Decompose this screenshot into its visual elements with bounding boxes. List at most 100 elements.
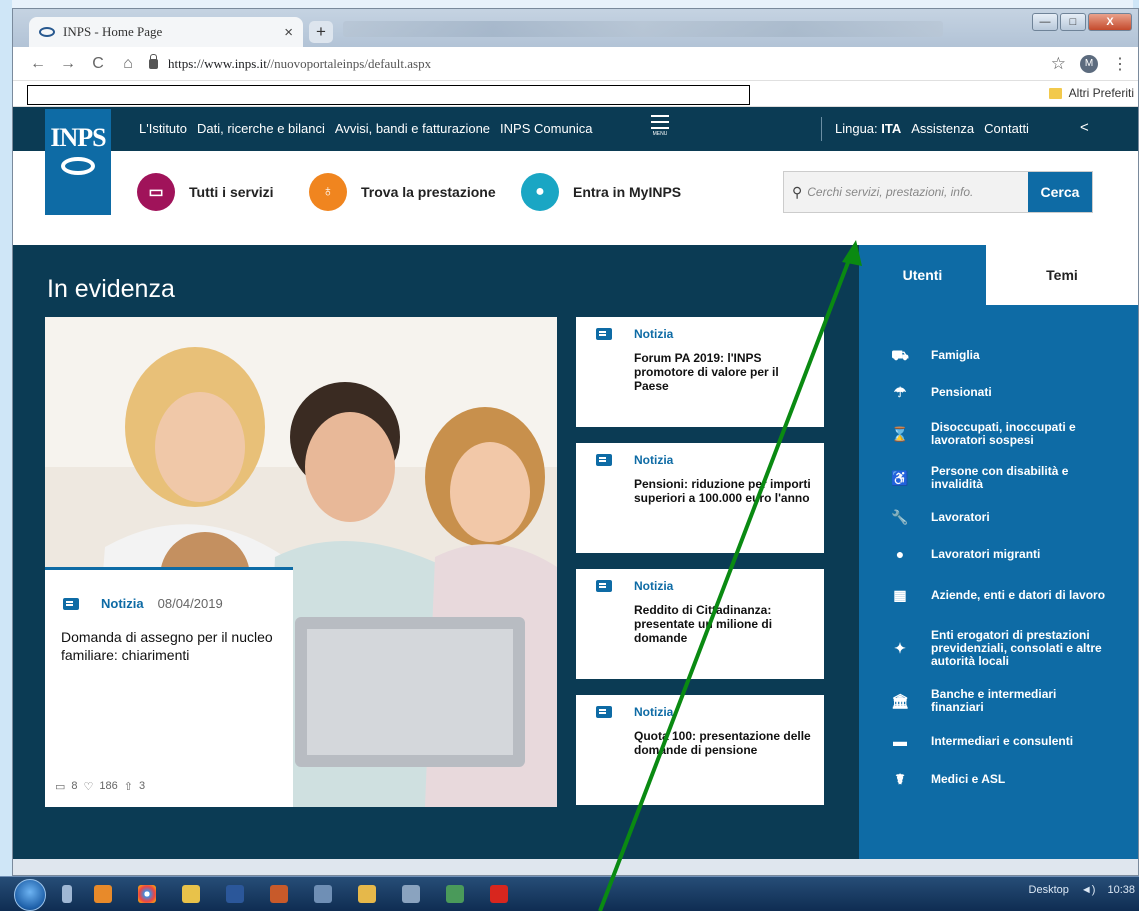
search-input[interactable]: ⚲ Cerchi servizi, prestazioni, info. bbox=[784, 172, 1028, 212]
browser-tab[interactable]: INPS - Home Page × bbox=[29, 17, 303, 47]
news-card[interactable]: Notizia Reddito di Cittadinanza: present… bbox=[576, 569, 824, 679]
comment-icon[interactable]: ▭ bbox=[55, 780, 65, 793]
news-card[interactable]: Notizia Forum PA 2019: l'INPS promotore … bbox=[576, 317, 824, 427]
sidebar-item-label: Intermediari e consulenti bbox=[931, 733, 1074, 748]
service-label: Tutti i servizi bbox=[189, 184, 274, 200]
nav-link-comunica[interactable]: INPS Comunica bbox=[500, 121, 592, 136]
app-icon[interactable] bbox=[358, 885, 376, 903]
inps-logo[interactable]: INPS bbox=[45, 109, 111, 215]
heart-icon[interactable]: ♡ bbox=[84, 780, 94, 793]
handshake-icon: ✦ bbox=[894, 639, 906, 656]
tab-close-icon[interactable]: × bbox=[284, 24, 293, 41]
search-button[interactable]: Cerca bbox=[1028, 172, 1092, 212]
news-title[interactable]: Forum PA 2019: l'INPS promotore di valor… bbox=[634, 351, 814, 393]
nav-divider bbox=[821, 117, 822, 141]
nav-right: Lingua: ITA Assistenza Contatti bbox=[835, 121, 1029, 136]
close-window-button[interactable]: X bbox=[1088, 13, 1132, 31]
share-icon[interactable]: < bbox=[1080, 119, 1089, 136]
url-host: https://www.inps.it/ bbox=[168, 55, 271, 71]
nav-link-istituto[interactable]: L'Istituto bbox=[139, 121, 187, 136]
top-navigation: L'Istituto Dati, ricerche e bilanci Avvi… bbox=[13, 107, 1138, 151]
main-news-card[interactable]: Notizia 08/04/2019 Domanda di assegno pe… bbox=[45, 567, 293, 807]
reload-icon[interactable]: C bbox=[83, 55, 113, 73]
maximize-button[interactable]: □ bbox=[1060, 13, 1086, 31]
section-title: In evidenza bbox=[47, 275, 175, 303]
start-button[interactable] bbox=[14, 879, 46, 911]
news-card[interactable]: Notizia Quota 100: presentazione delle d… bbox=[576, 695, 824, 805]
sidebar-item[interactable]: 🏛 Banche e intermediari finanziari bbox=[889, 679, 1129, 723]
service-tutti-i-servizi[interactable]: ▭ Tutti i servizi bbox=[137, 173, 274, 211]
stethoscope-icon: ☤ bbox=[895, 770, 905, 787]
news-card[interactable]: Notizia Pensioni: riduzione per importi … bbox=[576, 443, 824, 553]
outlook-icon[interactable] bbox=[94, 885, 112, 903]
other-bookmarks[interactable]: Altri Preferiti bbox=[1048, 86, 1134, 100]
service-trova-prestazione[interactable]: ♁ Trova la prestazione bbox=[309, 173, 496, 211]
minimize-button[interactable]: — bbox=[1032, 13, 1058, 31]
sidebar-item[interactable]: ▦ Aziende, enti e datori di lavoro bbox=[889, 573, 1129, 617]
news-tag: Notizia bbox=[596, 327, 687, 341]
app-icon[interactable] bbox=[314, 885, 332, 903]
building-icon: ▦ bbox=[893, 586, 907, 603]
sidebar-item[interactable]: 🔧 Lavoratori bbox=[889, 499, 1129, 535]
news-tag-label: Notizia bbox=[101, 596, 144, 611]
news-title[interactable]: Domanda di assegno per il nucleo familia… bbox=[61, 628, 281, 664]
background-strip bbox=[0, 0, 12, 911]
browser-menu-icon[interactable]: ⋮ bbox=[1112, 54, 1128, 74]
news-title[interactable]: Reddito di Cittadinanza: presentate un m… bbox=[634, 603, 814, 645]
explorer-icon[interactable] bbox=[182, 885, 200, 903]
sidebar-item[interactable]: ● Lavoratori migranti bbox=[889, 535, 1129, 573]
new-tab-button[interactable]: + bbox=[309, 21, 333, 43]
clock[interactable]: 10:38 bbox=[1107, 884, 1135, 896]
sidebar-item-label: Disoccupati, inoccupati e lavoratori sos… bbox=[931, 420, 1076, 447]
home-icon[interactable]: ⌂ bbox=[113, 55, 143, 73]
app-icon[interactable] bbox=[402, 885, 420, 903]
powerpoint-icon[interactable] bbox=[270, 885, 288, 903]
bookmark-star-icon[interactable]: ☆ bbox=[1051, 54, 1066, 74]
address-bar[interactable]: https://www.inps.it//nuovoportaleinps/de… bbox=[149, 53, 1051, 72]
news-title[interactable]: Quota 100: presentazione delle domande d… bbox=[634, 729, 814, 757]
show-desktop-icon[interactable] bbox=[62, 885, 72, 903]
lock-icon bbox=[149, 53, 158, 69]
service-entra-myinps[interactable]: ● Entra in MyINPS bbox=[521, 173, 681, 211]
menu-button[interactable]: MENU bbox=[651, 115, 669, 137]
news-title[interactable]: Pensioni: riduzione per importi superior… bbox=[634, 477, 814, 505]
acrobat-icon[interactable] bbox=[490, 885, 508, 903]
volume-icon[interactable]: ◄) bbox=[1081, 884, 1096, 896]
sidebar-item[interactable]: ▬ Intermediari e consulenti bbox=[889, 723, 1129, 759]
sidebar-item-label: Lavoratori migranti bbox=[931, 546, 1041, 561]
share-arrow-icon[interactable]: ⇧ bbox=[124, 780, 133, 793]
sidebar-item[interactable]: ♿ Persone con disabilità e invalidità bbox=[889, 457, 1129, 499]
desktop-toolbar[interactable]: Desktop bbox=[1029, 884, 1069, 896]
inps-favicon-icon bbox=[39, 27, 55, 37]
sidebar-item-label: Persone con disabilità e invalidità bbox=[931, 464, 1069, 491]
tab-title: INPS - Home Page bbox=[63, 24, 163, 39]
user-icon: ● bbox=[521, 173, 559, 211]
profile-avatar[interactable]: M bbox=[1080, 54, 1098, 73]
chrome-icon[interactable] bbox=[138, 885, 156, 903]
sidebar-item-label: Famiglia bbox=[931, 347, 980, 362]
screenshot: INPS - Home Page × + — □ X ← → C ⌂ https… bbox=[0, 0, 1139, 911]
forward-icon[interactable]: → bbox=[53, 55, 83, 73]
sidebar-item[interactable]: ☂ Pensionati bbox=[889, 373, 1129, 411]
tab-utenti[interactable]: Utenti bbox=[859, 245, 986, 305]
news-tag: Notizia 08/04/2019 bbox=[63, 596, 223, 611]
excel-icon[interactable] bbox=[446, 885, 464, 903]
news-tag-label: Notizia bbox=[634, 705, 674, 719]
folder-icon bbox=[1048, 87, 1062, 99]
language-selector[interactable]: Lingua: ITA bbox=[835, 121, 901, 136]
sidebar-item[interactable]: ☤ Medici e ASL bbox=[889, 759, 1129, 799]
logo-emblem-icon bbox=[61, 157, 95, 175]
sidebar-item[interactable]: ⌛ Disoccupati, inoccupati e lavoratori so… bbox=[889, 411, 1129, 457]
tab-temi[interactable]: Temi bbox=[986, 245, 1138, 305]
word-icon[interactable] bbox=[226, 885, 244, 903]
sidebar-tabs: Utenti Temi bbox=[859, 245, 1138, 305]
sidebar-item[interactable]: ✦ Enti erogatori di prestazioni previdenz… bbox=[889, 617, 1129, 679]
nav-link-dati[interactable]: Dati, ricerche e bilanci bbox=[197, 121, 325, 136]
sidebar-item[interactable]: ⛟ Famiglia bbox=[889, 337, 1129, 373]
nav-link-assistenza[interactable]: Assistenza bbox=[911, 121, 974, 136]
back-icon[interactable]: ← bbox=[23, 55, 53, 73]
nav-link-contatti[interactable]: Contatti bbox=[984, 121, 1029, 136]
sidebar-item-label: Medici e ASL bbox=[931, 771, 1006, 786]
nav-link-avvisi[interactable]: Avvisi, bandi e fatturazione bbox=[335, 121, 490, 136]
url-path: /nuovoportaleinps/default.aspx bbox=[270, 55, 432, 71]
